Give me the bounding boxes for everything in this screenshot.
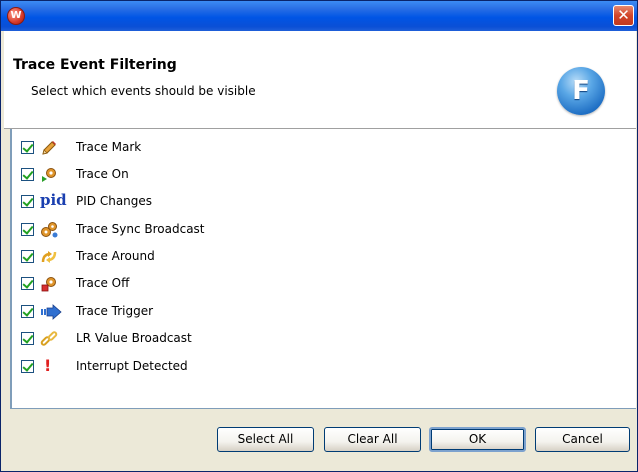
event-list: Trace Mark Trace On pid PID Changes Trac… <box>10 129 636 409</box>
list-item-interrupt-detected[interactable]: ! Interrupt Detected <box>21 356 421 377</box>
event-label-trace-sync-broadcast: Trace Sync Broadcast <box>76 222 205 236</box>
trace-on-gear-icon <box>40 166 58 184</box>
trace-off-gear-icon <box>40 275 58 293</box>
select-all-button[interactable]: Select All <box>217 427 314 452</box>
dialog-subtitle: Select which events should be visible <box>31 84 256 98</box>
trigger-arrow-icon <box>40 303 62 321</box>
cancel-button[interactable]: Cancel <box>535 427 630 452</box>
event-label-interrupt-detected: Interrupt Detected <box>76 359 188 373</box>
checkbox-trace-around[interactable] <box>21 250 34 263</box>
list-item-trace-on[interactable]: Trace On <box>21 165 421 185</box>
exclamation-icon: ! <box>40 356 58 376</box>
filter-logo-icon: F <box>557 67 605 115</box>
list-item-trace-sync-broadcast[interactable]: Trace Sync Broadcast <box>21 220 421 240</box>
list-item-pid-changes[interactable]: pid PID Changes <box>21 191 421 212</box>
checkbox-trace-mark[interactable] <box>21 141 34 154</box>
checkbox-lr-value-broadcast[interactable] <box>21 332 34 345</box>
checkbox-trace-trigger[interactable] <box>21 305 34 318</box>
event-label-trace-trigger: Trace Trigger <box>76 304 154 318</box>
list-item-trace-off[interactable]: Trace Off <box>21 274 421 294</box>
checkbox-trace-sync-broadcast[interactable] <box>21 223 34 236</box>
chain-link-icon <box>40 330 58 348</box>
filter-logo-letter: F <box>572 76 590 106</box>
checkbox-interrupt-detected[interactable] <box>21 360 34 373</box>
pid-icon: pid <box>40 191 68 211</box>
checkbox-trace-off[interactable] <box>21 277 34 290</box>
event-label-pid-changes: PID Changes <box>76 194 153 208</box>
sync-broadcast-gears-icon <box>40 221 58 239</box>
checkbox-pid-changes[interactable] <box>21 195 34 208</box>
close-button[interactable]: ✕ <box>613 5 634 26</box>
ok-button[interactable]: OK <box>429 427 526 452</box>
exclamation-icon-text: ! <box>44 356 52 375</box>
trace-around-arrows-icon <box>40 248 58 266</box>
list-item-lr-value-broadcast[interactable]: LR Value Broadcast <box>21 329 421 349</box>
event-label-trace-on: Trace On <box>76 167 129 181</box>
clear-all-button[interactable]: Clear All <box>324 427 421 452</box>
list-item-trace-mark[interactable]: Trace Mark <box>21 138 421 158</box>
dialog-window: ✕ Trace Event Filtering Select which eve… <box>0 0 638 472</box>
event-label-trace-off: Trace Off <box>76 276 130 290</box>
list-item-trace-trigger[interactable]: Trace Trigger <box>21 302 421 322</box>
dialog-header: Trace Event Filtering Select which event… <box>4 31 636 129</box>
list-item-trace-around[interactable]: Trace Around <box>21 247 421 267</box>
app-logo-icon <box>7 7 25 25</box>
title-bar[interactable]: ✕ <box>1 1 637 31</box>
event-label-trace-around: Trace Around <box>76 249 155 263</box>
pencil-icon <box>40 139 58 157</box>
checkbox-trace-on[interactable] <box>21 168 34 181</box>
event-label-lr-value-broadcast: LR Value Broadcast <box>76 331 192 345</box>
event-label-trace-mark: Trace Mark <box>76 140 142 154</box>
pid-icon-text: pid <box>40 191 67 209</box>
dialog-title: Trace Event Filtering <box>13 57 177 73</box>
